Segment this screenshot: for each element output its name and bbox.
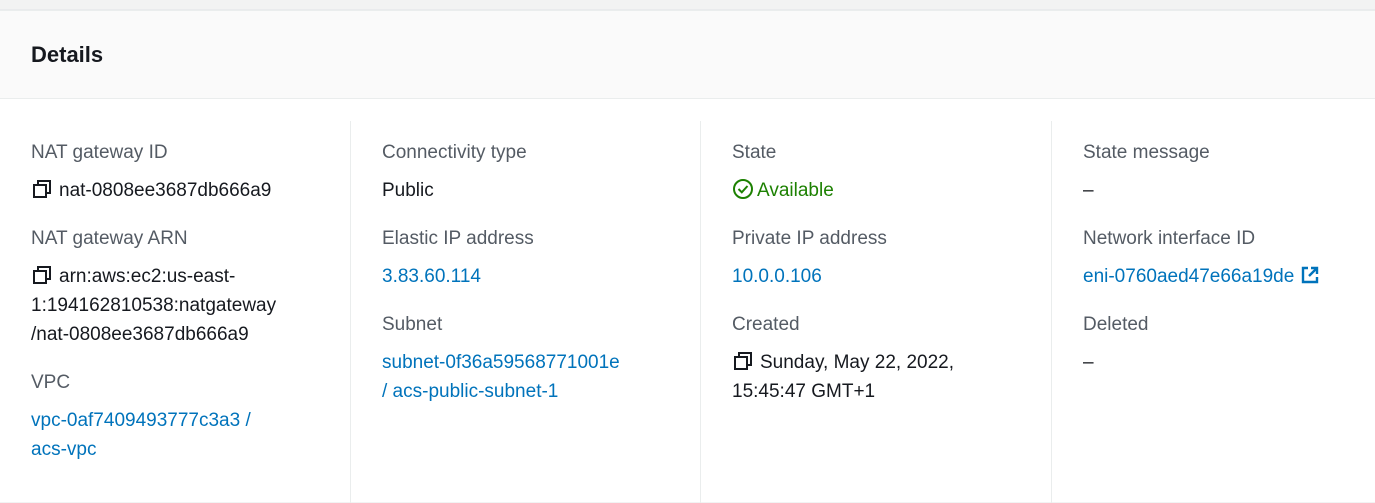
- copy-icon[interactable]: [732, 350, 754, 372]
- state-message-field: State message –: [1083, 141, 1375, 205]
- subnet-field: Subnet subnet-0f36a59568771001e / acs-pub…: [382, 313, 670, 406]
- state-message-value: –: [1083, 180, 1094, 201]
- state-message-label: State message: [1083, 142, 1210, 163]
- column-2: Connectivity type Public Elastic IP addr…: [350, 121, 670, 503]
- network-interface-link-text: eni-0760aed47e66a19de: [1083, 266, 1295, 287]
- private-ip-field: Private IP address 10.0.0.106: [732, 227, 1020, 291]
- created-field: Created Sunday, May 22, 2022, 15:45:47 G…: [732, 313, 1020, 406]
- vpc-link-line-2: acs-vpc: [31, 439, 97, 460]
- nat-gateway-arn-line-1: arn:aws:ec2:us-east-: [59, 266, 236, 287]
- copy-icon[interactable]: [31, 264, 53, 286]
- nat-gateway-id-value: nat-0808ee3687db666a9: [31, 176, 321, 205]
- nat-gateway-arn-line-3: /nat-0808ee3687db666a9: [31, 324, 249, 345]
- column-4: State message – Network interface ID eni…: [1051, 121, 1375, 503]
- column-3: State Available Private IP address 10.0.…: [700, 121, 1020, 503]
- deleted-value: –: [1083, 352, 1094, 373]
- state-field: State Available: [732, 141, 1020, 205]
- vpc-value: vpc-0af7409493777c3a3 / acs-vpc: [31, 406, 321, 464]
- deleted-label: Deleted: [1083, 314, 1149, 335]
- nat-gateway-arn-label: NAT gateway ARN: [31, 228, 188, 249]
- created-line-2: 15:45:47 GMT+1: [732, 381, 876, 402]
- nat-gateway-arn-line-2: 1:194162810538:natgateway: [31, 295, 277, 316]
- network-interface-field: Network interface ID eni-0760aed47e66a19…: [1083, 227, 1375, 291]
- connectivity-type-label: Connectivity type: [382, 142, 527, 163]
- copy-icon[interactable]: [31, 178, 53, 200]
- status-available-icon: [732, 178, 754, 200]
- subnet-value: subnet-0f36a59568771001e / acs-public-sub…: [382, 348, 670, 406]
- vpc-field: VPC vpc-0af7409493777c3a3 / acs-vpc: [31, 371, 321, 464]
- column-1: NAT gateway ID nat-0808ee3687db666a9 NAT…: [31, 121, 321, 503]
- subnet-link-line-2: / acs-public-subnet-1: [382, 381, 559, 402]
- nat-gateway-id-field: NAT gateway ID nat-0808ee3687db666a9: [31, 141, 321, 205]
- created-value: Sunday, May 22, 2022, 15:45:47 GMT+1: [732, 348, 1020, 406]
- nat-gateway-id-text: nat-0808ee3687db666a9: [59, 180, 272, 201]
- external-link-icon: [1300, 265, 1320, 285]
- elastic-ip-value: 3.83.60.114: [382, 262, 670, 291]
- details-panel: Details NAT gateway ID nat-0808ee3687db6…: [0, 10, 1375, 503]
- state-value: Available: [732, 176, 1020, 205]
- nat-gateway-id-label: NAT gateway ID: [31, 142, 168, 163]
- deleted-field: Deleted –: [1083, 313, 1375, 377]
- elastic-ip-link[interactable]: 3.83.60.114: [382, 266, 481, 287]
- connectivity-type-field: Connectivity type Public: [382, 141, 670, 205]
- network-interface-value: eni-0760aed47e66a19de: [1083, 262, 1375, 291]
- private-ip-value: 10.0.0.106: [732, 262, 1020, 291]
- subnet-label: Subnet: [382, 314, 443, 335]
- created-line-1: Sunday, May 22, 2022,: [760, 352, 954, 373]
- state-label: State: [732, 142, 777, 163]
- created-label: Created: [732, 314, 800, 335]
- top-strip: [0, 0, 1375, 10]
- panel-title: Details: [31, 41, 104, 67]
- details-columns: NAT gateway ID nat-0808ee3687db666a9 NAT…: [0, 121, 1375, 503]
- private-ip-label: Private IP address: [732, 228, 887, 249]
- connectivity-type-value: Public: [382, 180, 434, 201]
- vpc-link[interactable]: vpc-0af7409493777c3a3 / acs-vpc: [31, 410, 251, 460]
- elastic-ip-label: Elastic IP address: [382, 228, 534, 249]
- vpc-link-line-1: vpc-0af7409493777c3a3 /: [31, 410, 251, 431]
- network-interface-label: Network interface ID: [1083, 228, 1256, 249]
- subnet-link-line-1: subnet-0f36a59568771001e: [382, 352, 620, 373]
- state-text: Available: [757, 180, 834, 201]
- elastic-ip-field: Elastic IP address 3.83.60.114: [382, 227, 670, 291]
- panel-header: Details: [0, 11, 1375, 99]
- vpc-label: VPC: [31, 372, 71, 393]
- nat-gateway-arn-field: NAT gateway ARN arn:aws:ec2:us-east- 1:1…: [31, 227, 321, 349]
- nat-gateway-arn-value: arn:aws:ec2:us-east- 1:194162810538:natg…: [31, 262, 321, 349]
- subnet-link[interactable]: subnet-0f36a59568771001e / acs-public-sub…: [382, 352, 620, 402]
- network-interface-link[interactable]: eni-0760aed47e66a19de: [1083, 266, 1320, 287]
- private-ip-link[interactable]: 10.0.0.106: [732, 266, 822, 287]
